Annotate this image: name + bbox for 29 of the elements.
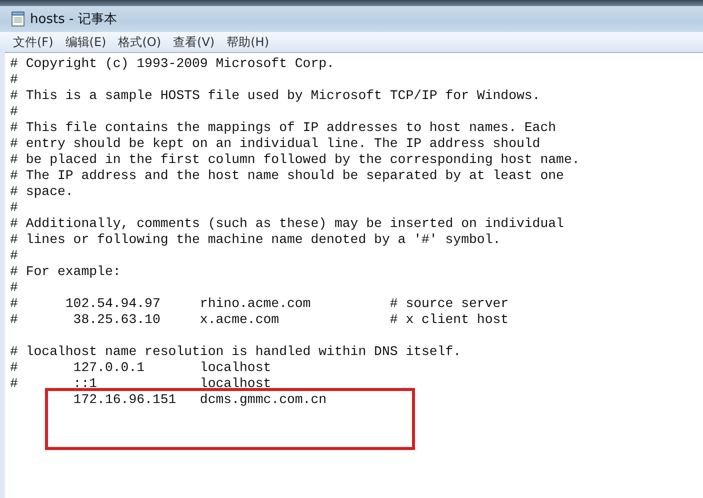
menu-item[interactable]: 格式(O) <box>113 34 166 50</box>
text-line: # entry should be kept on an individual line. The IP address should <box>10 136 540 152</box>
text-line: 172.16.96.151 dcms.gmmc.com.cn <box>72 392 327 408</box>
text-line: # space. <box>10 184 74 200</box>
text-line: # Additionally, comments (such as these) may be inserted on individual <box>10 216 564 232</box>
text-line: # 102.54.94.97 rhino.acme.com # source server <box>10 296 509 312</box>
notepad-icon <box>10 11 26 27</box>
text-line: # lines or following the machine name denoted by a '#' symbol. <box>10 232 501 248</box>
text-line: # For example: <box>10 264 121 280</box>
menu-item[interactable]: 文件(F) <box>8 34 58 50</box>
window-title: hosts - 记事本 <box>30 11 117 28</box>
menu-item[interactable]: 查看(V) <box>168 34 220 50</box>
text-line: # localhost name resolution is handled within DNS itself. <box>10 344 462 360</box>
menu-item[interactable]: 帮助(H) <box>222 34 274 50</box>
text-line: # 38.25.63.10 x.acme.com # x client host <box>10 312 509 328</box>
text-line: # <box>10 248 18 264</box>
text-line: # Copyright (c) 1993-2009 Microsoft Corp. <box>10 56 334 72</box>
text-line: # The IP address and the host name should be separated by at least one <box>10 168 564 184</box>
text-line: # <box>10 280 18 296</box>
text-line: # This is a sample HOSTS file used by Microsoft TCP/IP for Windows. <box>10 88 540 104</box>
text-line: # 127.0.0.1 localhost <box>10 360 272 376</box>
text-line: # This file contains the mappings of IP addresses to host names. Each <box>10 120 556 136</box>
text-line: # ::1 localhost <box>10 376 272 392</box>
text-line: # <box>10 72 18 88</box>
menu-item[interactable]: 编辑(E) <box>60 34 112 50</box>
text-line: # <box>10 200 18 216</box>
text-line: # be placed in the first column followed by the corresponding host name. <box>10 152 580 168</box>
text-line: # <box>10 104 18 120</box>
text-editor[interactable] <box>5 52 703 498</box>
